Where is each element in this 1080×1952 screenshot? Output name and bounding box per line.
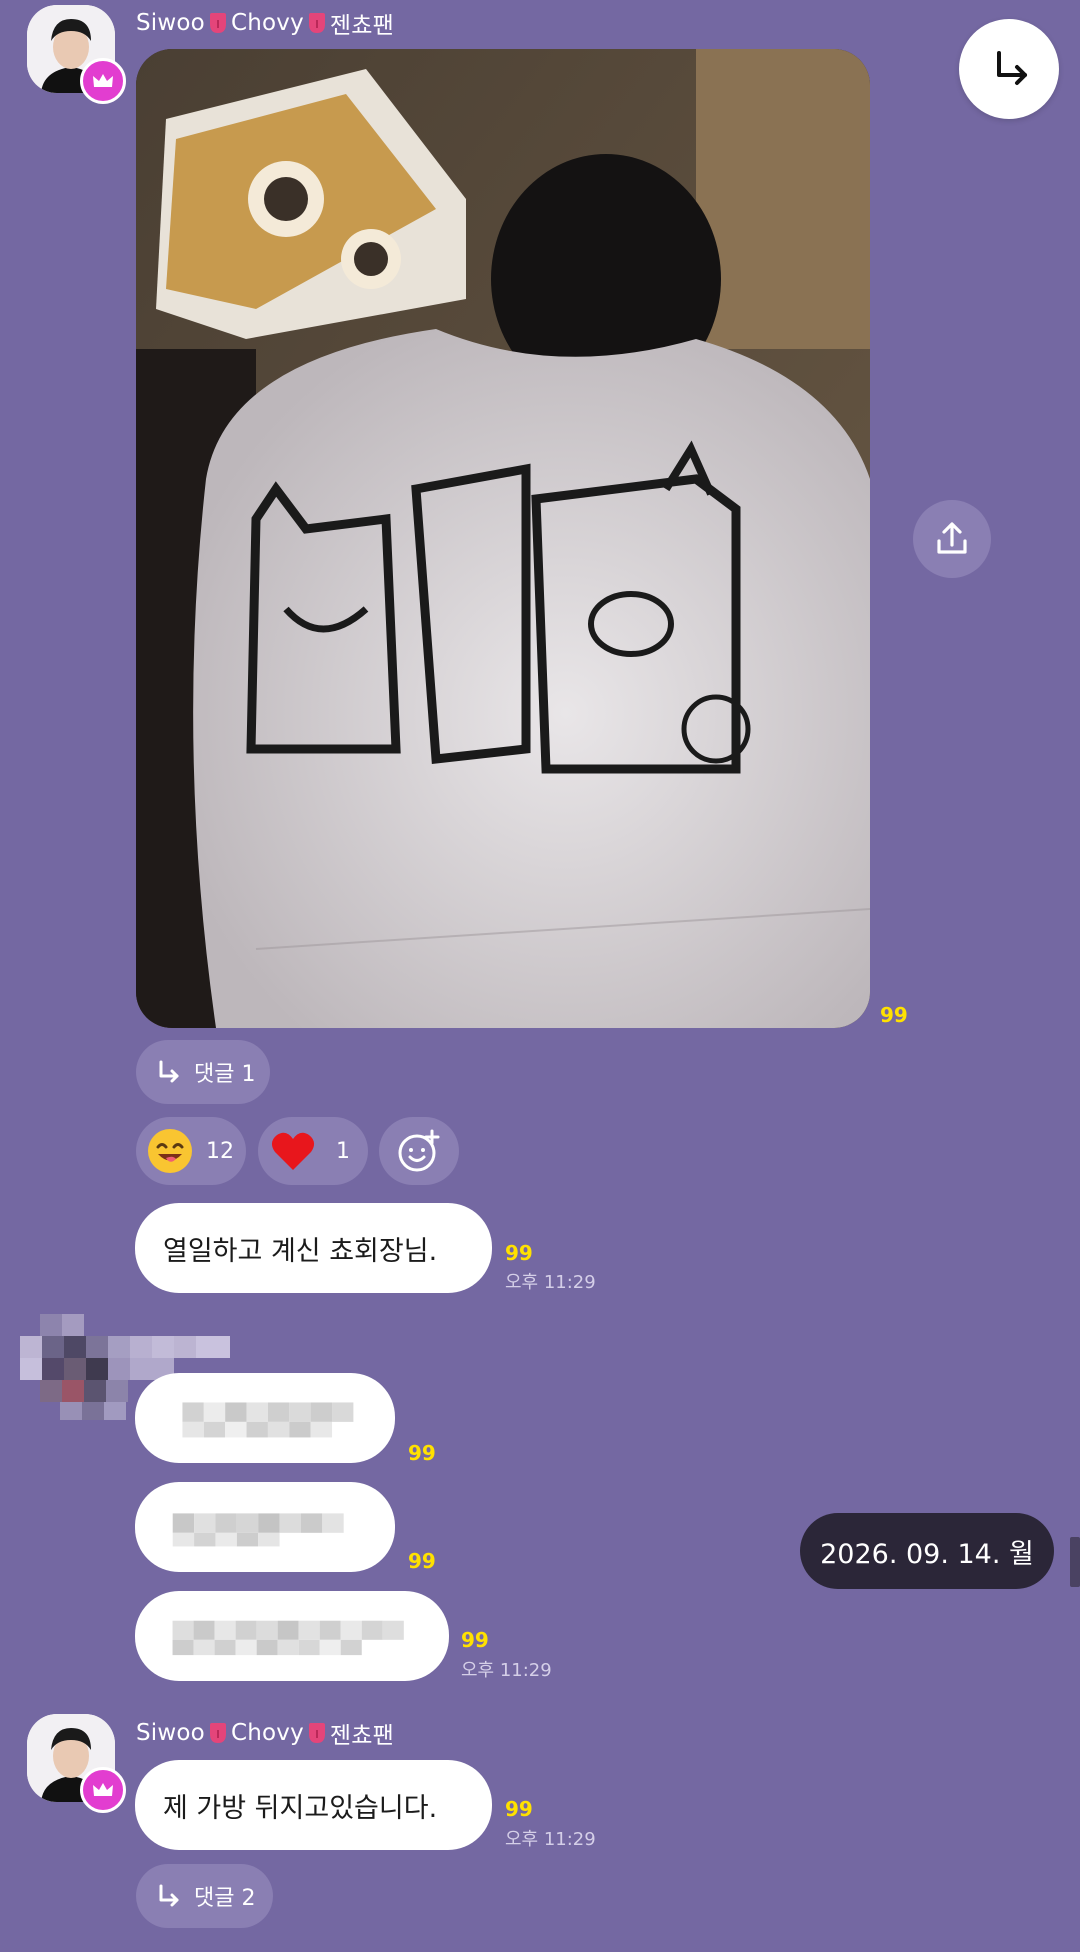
share-button[interactable] <box>913 500 991 578</box>
sender-name-part: Chovy <box>230 1720 304 1746</box>
message-time: 오후 11:29 <box>461 1660 552 1681</box>
message-text: 열일하고 계신 쵸회장님. <box>163 1235 438 1267</box>
sender-name-part: Siwoo <box>136 10 205 36</box>
sender-name-part: Chovy <box>230 10 304 36</box>
message-text: 제 가방 뒤지고있습니다. <box>163 1792 438 1824</box>
unread-count: 99 <box>505 1797 533 1821</box>
reaction-count: 12 <box>206 1138 234 1164</box>
date-label: 2026. 09. 14. 월 <box>820 1538 1034 1570</box>
unread-count: 99 <box>461 1628 489 1652</box>
heart-icon <box>271 1132 315 1170</box>
sender-name: Siwoo Chovy 젠쵸팬 <box>136 6 394 40</box>
scroll-thumb[interactable] <box>1070 1537 1080 1587</box>
tongue-emoji-icon <box>207 1721 229 1745</box>
crown-icon <box>80 1767 126 1813</box>
sender-name-part: 젠쵸팬 <box>329 13 394 39</box>
reaction-chip[interactable]: 12 <box>136 1117 246 1185</box>
forward-arrow-icon <box>997 51 1027 85</box>
reply-count-label: 댓글 2 <box>194 1886 256 1911</box>
scroll-date-indicator: 2026. 09. 14. 월 <box>800 1513 1054 1589</box>
reply-thread-button[interactable]: 댓글 1 <box>136 1040 270 1104</box>
unread-count: 99 <box>408 1441 436 1465</box>
message-bubble[interactable]: 열일하고 계신 쵸회장님. <box>135 1203 492 1293</box>
message-time: 오후 11:29 <box>505 1829 596 1850</box>
sender-name-part: Siwoo <box>136 1720 205 1746</box>
add-reaction-button[interactable] <box>379 1117 459 1185</box>
tongue-emoji-icon <box>207 11 229 35</box>
reply-count-label: 댓글 1 <box>194 1062 256 1087</box>
forward-button[interactable] <box>959 19 1059 119</box>
blurred-message-bubble[interactable] <box>135 1591 449 1681</box>
grin-emoji-icon <box>148 1129 192 1173</box>
add-reaction-icon <box>398 1129 440 1172</box>
tongue-emoji-icon <box>306 1721 328 1745</box>
sender-name: Siwoo Chovy 젠쵸팬 <box>136 1716 394 1750</box>
unread-count: 99 <box>408 1549 436 1573</box>
unread-count: 99 <box>505 1241 533 1265</box>
reaction-count: 1 <box>336 1138 350 1164</box>
sender-name-part: 젠쵸팬 <box>329 1723 394 1749</box>
share-icon <box>937 522 967 554</box>
unread-count: 99 <box>880 1003 908 1027</box>
reply-arrow-icon <box>159 1060 179 1083</box>
reply-arrow-icon <box>159 1884 179 1907</box>
blurred-message-bubble[interactable] <box>135 1373 395 1463</box>
reaction-chip[interactable]: 1 <box>258 1117 368 1185</box>
tongue-emoji-icon <box>306 11 328 35</box>
photo-message[interactable] <box>136 49 870 1028</box>
message-bubble[interactable]: 제 가방 뒤지고있습니다. <box>135 1760 492 1850</box>
blurred-message-bubble[interactable] <box>135 1482 395 1572</box>
crown-icon <box>80 58 126 104</box>
reply-thread-button[interactable]: 댓글 2 <box>136 1864 273 1928</box>
message-time: 오후 11:29 <box>505 1272 596 1293</box>
